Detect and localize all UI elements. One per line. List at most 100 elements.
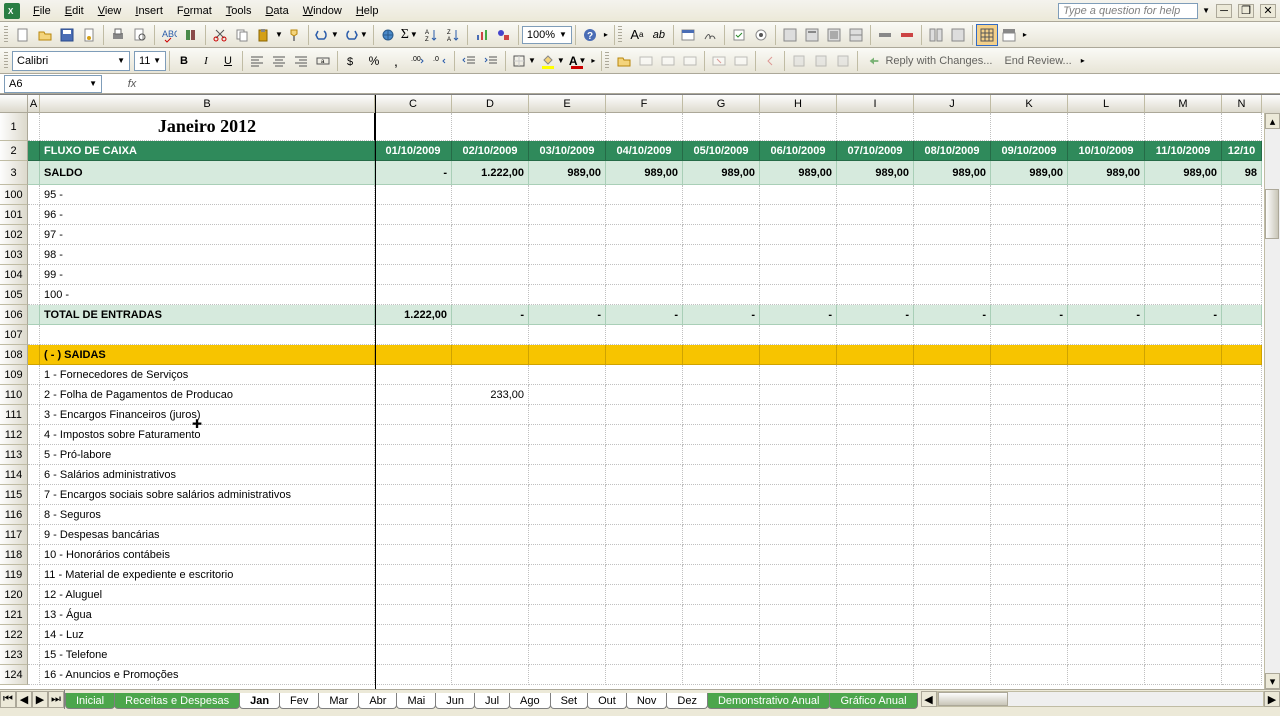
row-header[interactable]: 121: [0, 605, 28, 625]
date-header[interactable]: 01/10/2009: [375, 141, 452, 161]
row-header[interactable]: 101: [0, 205, 28, 225]
percent-button[interactable]: %: [363, 50, 385, 72]
table-row[interactable]: 13 - Água: [28, 605, 1280, 625]
currency-button[interactable]: $: [341, 50, 363, 72]
saldo-value[interactable]: 1.222,00: [452, 161, 529, 185]
tab-ago[interactable]: Ago: [509, 693, 551, 709]
print-preview-button[interactable]: [129, 24, 151, 46]
table-row[interactable]: 9 - Despesas bancárias: [28, 525, 1280, 545]
table-row[interactable]: 1 - Fornecedores de Serviços: [28, 365, 1280, 385]
table-row[interactable]: 7 - Encargos sociais sobre salários admi…: [28, 485, 1280, 505]
tab-inicial[interactable]: Inicial: [65, 693, 115, 709]
date-header[interactable]: 10/10/2009: [1068, 141, 1145, 161]
table-row[interactable]: 95 -: [28, 185, 1280, 205]
date-header[interactable]: 07/10/2009: [837, 141, 914, 161]
ungroup-button[interactable]: [947, 24, 969, 46]
permission-button[interactable]: [78, 24, 100, 46]
col-header-D[interactable]: D: [452, 95, 529, 113]
align-right-button[interactable]: [290, 50, 312, 72]
table-row[interactable]: 15 - Telefone: [28, 645, 1280, 665]
zoom-combo[interactable]: 100%▼: [522, 26, 572, 44]
row-header[interactable]: 1: [0, 113, 28, 141]
scroll-left-button[interactable]: ◀: [921, 691, 937, 707]
review-flag-button[interactable]: [730, 50, 752, 72]
col-header-B[interactable]: B: [40, 95, 375, 113]
table-row[interactable]: 6 - Salários administrativos: [28, 465, 1280, 485]
tab-next-button[interactable]: ▶: [32, 691, 48, 708]
scroll-down-button[interactable]: ▾: [1265, 673, 1280, 689]
toolbar-grip-3[interactable]: [4, 52, 8, 70]
table-row[interactable]: ( - ) SAIDAS: [28, 345, 1280, 365]
review-attach-button[interactable]: [708, 50, 730, 72]
toolbar-grip[interactable]: [4, 26, 8, 44]
increase-indent-button[interactable]: [480, 50, 502, 72]
decrease-indent-button[interactable]: [458, 50, 480, 72]
col-header-K[interactable]: K: [991, 95, 1068, 113]
table-row[interactable]: 11 - Material de expediente e escritorio: [28, 565, 1280, 585]
saidas-label[interactable]: ( - ) SAIDAS: [40, 345, 375, 365]
paste-button[interactable]: [253, 24, 275, 46]
merge-center-button[interactable]: a: [312, 50, 334, 72]
row-header[interactable]: 120: [0, 585, 28, 605]
table-row[interactable]: 98 -: [28, 245, 1280, 265]
review-next-button[interactable]: [832, 50, 854, 72]
menu-window[interactable]: WindowWindow: [296, 2, 349, 20]
row-header[interactable]: 123: [0, 645, 28, 665]
row-header[interactable]: 110: [0, 385, 28, 405]
sort-asc-button[interactable]: AZ: [420, 24, 442, 46]
tab-jun[interactable]: Jun: [435, 693, 475, 709]
col-header-E[interactable]: E: [529, 95, 606, 113]
tab-fev[interactable]: Fev: [279, 693, 319, 709]
checkbox-button[interactable]: [728, 24, 750, 46]
undo-button[interactable]: ▼: [312, 24, 341, 46]
cells-area[interactable]: Janeiro 2012 FLUXO DE CAIXA 01/10/2009 0…: [28, 113, 1280, 685]
saldo-value[interactable]: 989,00: [760, 161, 837, 185]
review-reply-all-button[interactable]: [657, 50, 679, 72]
row-header[interactable]: 3: [0, 161, 28, 185]
table-row[interactable]: 99 -: [28, 265, 1280, 285]
font-color-button[interactable]: A▼: [567, 50, 589, 72]
borders-button[interactable]: ▼: [509, 50, 538, 72]
review-reply-button[interactable]: [635, 50, 657, 72]
tab-set[interactable]: Set: [550, 693, 589, 709]
restore-doc-button[interactable]: ❐: [1238, 4, 1254, 18]
review-prev-button[interactable]: [759, 50, 781, 72]
menu-insert[interactable]: InsertInsert: [128, 2, 170, 20]
date-header[interactable]: 05/10/2009: [683, 141, 760, 161]
tab-mai[interactable]: Mai: [396, 693, 436, 709]
scroll-right-button[interactable]: ▶: [1264, 691, 1280, 707]
menu-view[interactable]: ViewView: [91, 2, 129, 20]
table-row[interactable]: [28, 325, 1280, 345]
table-row[interactable]: 97 -: [28, 225, 1280, 245]
menu-help[interactable]: HelpHelp: [349, 2, 386, 20]
end-review-button[interactable]: End Review...: [998, 50, 1077, 72]
row-header[interactable]: 100: [0, 185, 28, 205]
col-header-G[interactable]: G: [683, 95, 760, 113]
saldo-value[interactable]: 98: [1222, 161, 1262, 185]
select-all-corner[interactable]: [0, 95, 28, 113]
review-reject-button[interactable]: [810, 50, 832, 72]
toolbar-options-4[interactable]: ▸: [1078, 50, 1088, 72]
tab-abr[interactable]: Abr: [358, 693, 397, 709]
col-header-F[interactable]: F: [606, 95, 683, 113]
fill-color-button[interactable]: ▼: [538, 50, 567, 72]
bold-button[interactable]: B: [173, 50, 195, 72]
col-header-A[interactable]: A: [28, 95, 40, 113]
print-button[interactable]: [107, 24, 129, 46]
tab-demonstrativo[interactable]: Demonstrativo Anual: [707, 693, 831, 709]
cashflow-label[interactable]: FLUXO DE CAIXA: [40, 141, 375, 161]
col-header-H[interactable]: H: [760, 95, 837, 113]
align-button-2[interactable]: [896, 24, 918, 46]
format-painter-button[interactable]: [283, 24, 305, 46]
tab-prev-button[interactable]: ◀: [16, 691, 32, 708]
col-header-M[interactable]: M: [1145, 95, 1222, 113]
date-header[interactable]: 08/10/2009: [914, 141, 991, 161]
menu-tools[interactable]: ToolsTools: [219, 2, 259, 20]
tab-receitas[interactable]: Receitas e Despesas: [114, 693, 240, 709]
font-name-combo[interactable]: Calibri▼: [12, 51, 130, 71]
minimize-doc-button[interactable]: ─: [1216, 4, 1232, 18]
tab-jan[interactable]: Jan: [239, 693, 280, 709]
row-header[interactable]: 119: [0, 565, 28, 585]
help-button[interactable]: ?: [579, 24, 601, 46]
name-box[interactable]: A6▼: [4, 75, 102, 93]
